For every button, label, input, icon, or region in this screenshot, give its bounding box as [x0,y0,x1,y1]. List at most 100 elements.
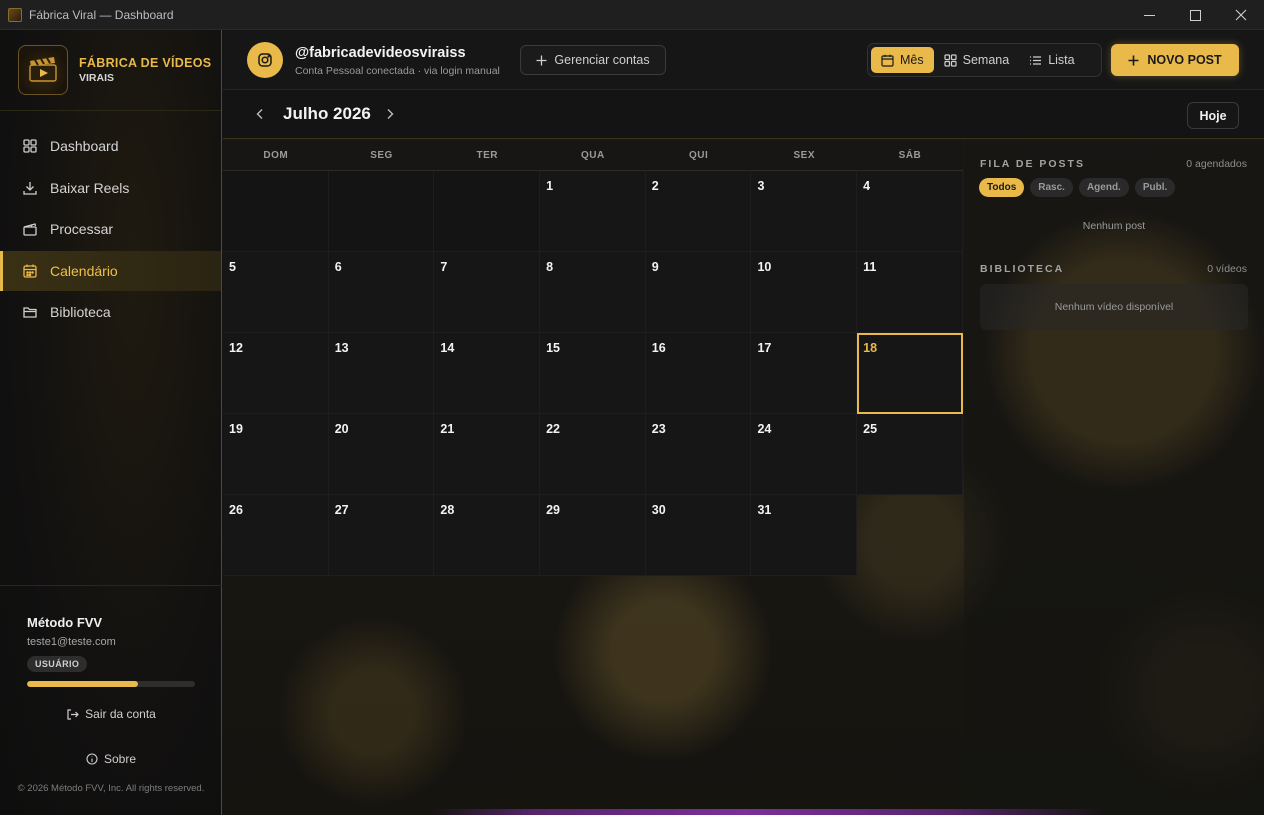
view-month-button[interactable]: Mês [871,47,934,73]
calendar-day[interactable]: 25 [857,414,963,495]
info-icon [86,753,98,765]
grid-icon [23,139,37,153]
brand: FÁBRICA DE VÍDEOS VIRAIS [0,30,221,111]
month-title: Julho 2026 [283,104,371,123]
calendar-day[interactable]: 9 [645,252,752,333]
calendar-day[interactable]: 30 [645,495,752,576]
calendar-day[interactable]: 2 [645,171,752,252]
sidebar-item-label: Processar [50,221,114,237]
clapperboard-icon [23,223,37,236]
calendar-day[interactable]: 28 [434,495,541,576]
calendar-day[interactable]: 5 [223,252,329,333]
weekday-label: SEG [370,150,393,161]
calendar-day[interactable]: 31 [751,495,858,576]
view-toggle: Mês Semana Lista [867,43,1102,77]
calendar-day[interactable]: 13 [328,333,435,414]
calendar-week: 1234 [223,171,963,252]
sidebar-item-biblioteca[interactable]: Biblioteca [0,292,221,332]
calendar-day[interactable]: 29 [540,495,646,576]
filter-chip[interactable]: Publ. [1134,178,1176,197]
calendar-day[interactable]: 8 [540,252,646,333]
clapperboard-logo-icon [29,57,57,82]
sidebar-item-label: Baixar Reels [50,179,130,196]
brand-subtitle: VIRAIS [79,72,115,84]
calendar-day-today[interactable]: 18 [857,333,963,414]
logout-button[interactable]: Sair da conta [27,707,195,721]
header: @fabricadevideosviraiss Conta Pessoal co… [223,30,1264,90]
copyright: © 2026 Método FVV, Inc. All rights reser… [17,783,205,794]
filter-chip[interactable]: Rasc. [1030,178,1073,197]
view-week-label: Semana [962,53,1010,67]
calendar-day-empty [328,171,435,252]
calendar-day[interactable]: 6 [328,252,435,333]
main-content: Julho 2026 Hoje DOM SEG TER QUA QUI SEX SÁB 12… [223,91,1264,815]
calendar-day[interactable]: 27 [328,495,435,576]
calendar-day[interactable]: 4 [857,171,963,252]
month-navigation: Julho 2026 Hoje [223,91,1264,139]
maximize-icon [1189,9,1201,21]
sidebar-item-calendario[interactable]: Calendário [0,250,221,291]
calendar-day[interactable]: 7 [434,252,541,333]
user-name: Método FVV [27,615,103,630]
queue-filters: Todos Rasc. Agend. Publ. [979,178,1181,197]
calendar-day[interactable]: 3 [751,171,858,252]
today-button[interactable]: Hoje [1187,102,1239,129]
next-month-button[interactable] [383,107,397,126]
new-post-button[interactable]: NOVO POST [1111,44,1239,76]
calendar-day[interactable]: 15 [540,333,646,414]
role-badge: USUÁRIO [27,656,88,672]
library-empty-message: Nenhum vídeo disponível [980,284,1248,330]
weekday-label: QUA [581,150,605,161]
prev-month-button[interactable] [253,107,267,126]
filter-chip[interactable]: Agend. [1078,178,1129,197]
filter-chip[interactable]: Todos [979,178,1025,197]
minimize-button[interactable] [1126,0,1172,30]
close-button[interactable] [1218,0,1264,30]
queue-count: 0 agendados [1186,158,1247,170]
calendar-day[interactable]: 16 [645,333,752,414]
view-list-label: Lista [1048,53,1075,67]
logout-label: Sair da conta [85,707,156,721]
calendar-day[interactable]: 12 [223,333,329,414]
account-handle: @fabricadevideosviraiss [295,45,466,61]
calendar-day[interactable]: 21 [434,414,541,495]
view-week-button[interactable]: Semana [934,47,1020,73]
queue-title: FILA DE POSTS [980,158,1085,170]
calendar-day[interactable]: 10 [751,252,858,333]
about-button[interactable]: Sobre [0,752,222,766]
calendar-day[interactable]: 22 [540,414,646,495]
calendar-icon [23,264,37,278]
weekday-label: TER [476,150,498,161]
brand-title: FÁBRICA DE VÍDEOS [79,56,212,70]
sidebar-item-label: Dashboard [50,138,119,154]
instagram-avatar [247,42,283,78]
window-titlebar: Fábrica Viral — Dashboard [0,0,1264,30]
download-icon [23,181,37,195]
usage-progress-bar [27,681,195,687]
calendar-day[interactable]: 14 [434,333,541,414]
maximize-button[interactable] [1172,0,1218,30]
calendar-day[interactable]: 26 [223,495,329,576]
calendar-day[interactable]: 1 [540,171,646,252]
calendar-day[interactable]: 11 [857,252,963,333]
sidebar-item-dashboard[interactable]: Dashboard [0,126,221,166]
sidebar-item-baixar-reels[interactable]: Baixar Reels [0,168,221,208]
user-email: teste1@teste.com [27,636,116,648]
calendar-day[interactable]: 20 [328,414,435,495]
view-list-button[interactable]: Lista [1019,47,1084,73]
calendar-week: 12 13 14 15 16 17 18 [223,333,963,414]
calendar-day-empty [223,171,329,252]
brand-logo [18,45,68,95]
weekday-label: SÁB [898,150,922,161]
sidebar: FÁBRICA DE VÍDEOS VIRAIS Dashboard Baixa… [0,30,222,815]
calendar-day[interactable]: 24 [751,414,858,495]
calendar-day[interactable]: 19 [223,414,329,495]
manage-accounts-button[interactable]: Gerenciar contas [520,45,666,75]
close-icon [1235,9,1247,21]
calendar-day[interactable]: 17 [751,333,858,414]
library-count: 0 vídeos [1207,263,1247,275]
sidebar-item-processar[interactable]: Processar [0,209,221,249]
calendar-week: 26 27 28 29 30 31 [223,495,963,576]
queue-empty-message: Nenhum post [1082,220,1146,232]
calendar-day[interactable]: 23 [645,414,752,495]
